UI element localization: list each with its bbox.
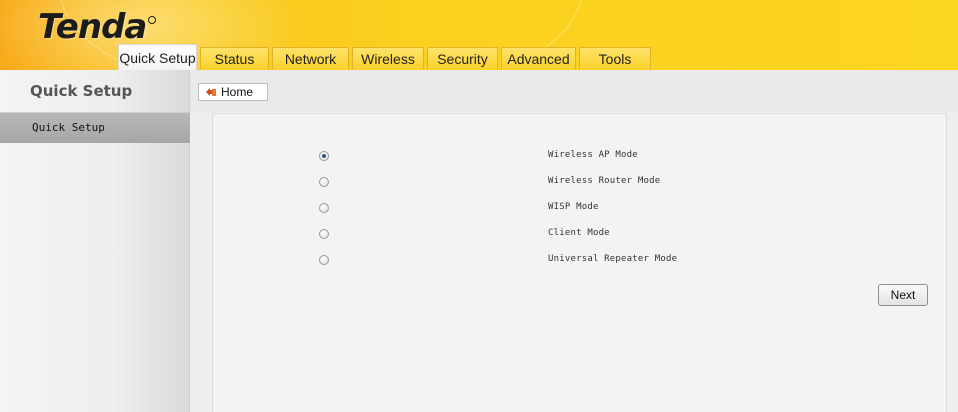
tab-network[interactable]: Network xyxy=(272,47,349,70)
radio-universal-repeater[interactable] xyxy=(319,255,329,265)
mode-option-client[interactable]: Client Mode xyxy=(213,228,948,244)
header-banner: Tenda Quick Setup Status Network Wireles… xyxy=(0,0,958,70)
mode-label: Wireless AP Mode xyxy=(548,150,638,160)
mode-label: Client Mode xyxy=(548,228,610,238)
tab-security[interactable]: Security xyxy=(427,47,498,70)
home-label: Home xyxy=(221,85,254,99)
radio-wireless-router[interactable] xyxy=(319,177,329,187)
main-tabs: Quick Setup Status Network Wireless Secu… xyxy=(0,44,958,70)
sidebar: Quick Setup Quick Setup xyxy=(0,70,190,412)
mode-option-universal-repeater[interactable]: Universal Repeater Mode xyxy=(213,254,948,270)
mode-label: WISP Mode xyxy=(548,202,599,212)
tab-tools[interactable]: Tools xyxy=(579,47,651,70)
radio-wisp[interactable] xyxy=(319,203,329,213)
home-arrow-icon xyxy=(203,87,217,97)
logo-text: Tenda xyxy=(38,7,147,47)
mode-option-wisp[interactable]: WISP Mode xyxy=(213,202,948,218)
tenda-logo: Tenda xyxy=(38,7,157,47)
breadcrumb-bar xyxy=(190,70,958,112)
radio-wireless-ap[interactable] xyxy=(319,151,329,161)
mode-option-wireless-ap[interactable]: Wireless AP Mode xyxy=(213,150,948,166)
mode-option-wireless-router[interactable]: Wireless Router Mode xyxy=(213,176,948,192)
tab-advanced[interactable]: Advanced xyxy=(501,47,576,70)
mode-selection-panel: Wireless AP Mode Wireless Router Mode WI… xyxy=(212,113,947,412)
mode-label: Universal Repeater Mode xyxy=(548,254,678,264)
mode-label: Wireless Router Mode xyxy=(548,176,661,186)
next-button[interactable]: Next xyxy=(878,284,928,306)
tab-status[interactable]: Status xyxy=(200,47,269,70)
tab-wireless[interactable]: Wireless xyxy=(352,47,424,70)
radio-client[interactable] xyxy=(319,229,329,239)
sidebar-item-quick-setup[interactable]: Quick Setup xyxy=(0,113,190,143)
home-button[interactable]: Home xyxy=(198,83,268,101)
sidebar-title: Quick Setup xyxy=(30,82,133,100)
tab-quick-setup[interactable]: Quick Setup xyxy=(118,44,197,70)
